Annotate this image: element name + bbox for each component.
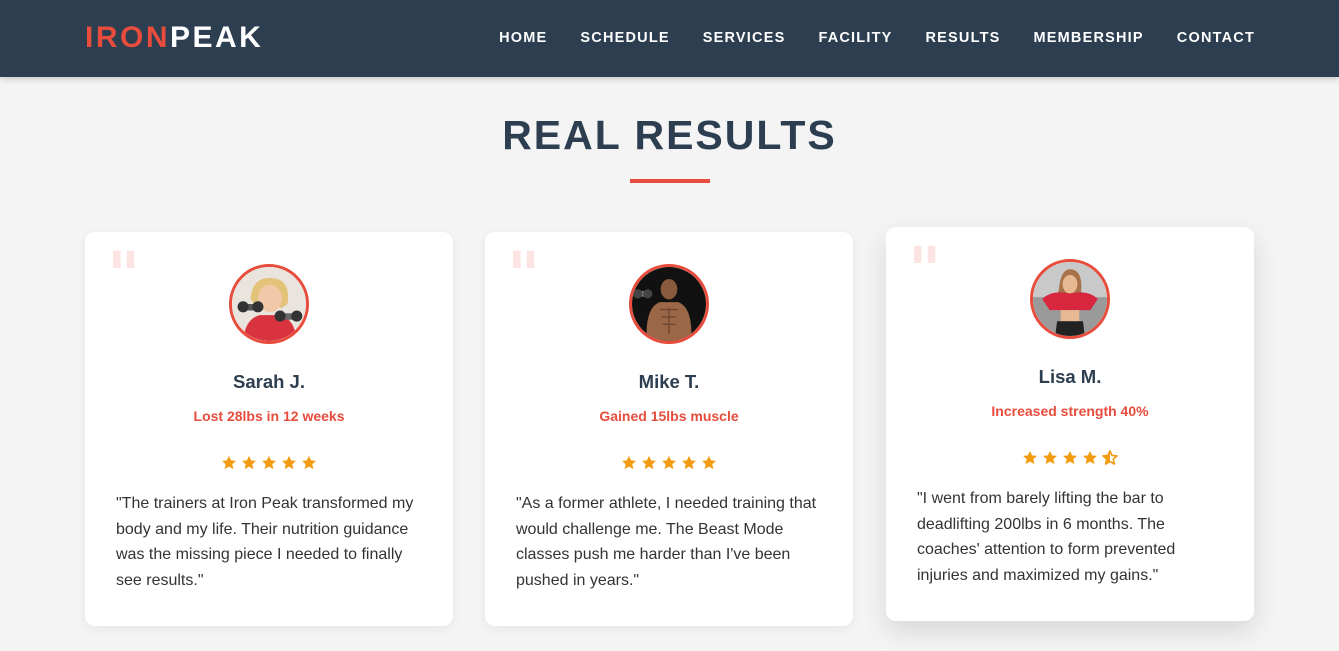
star-full-icon: [1022, 450, 1038, 471]
nav-link-facility[interactable]: FACILITY: [818, 30, 892, 46]
testimonial-card: " Sarah J. Lost 28lbs in 12 weeks "The t…: [85, 232, 453, 626]
testimonial-card: " Lisa M. Increased strength 40% "I went…: [886, 227, 1254, 621]
testimonial-text: "I went from barely lifting the bar to d…: [917, 490, 1176, 584]
star-full-icon: [261, 455, 277, 476]
star-rating: [485, 455, 853, 476]
testimonial-name: Mike T.: [638, 371, 700, 392]
avatar-photo-mike: [632, 267, 706, 341]
main-nav: HOME SCHEDULE SERVICES FACILITY RESULTS …: [499, 30, 1255, 46]
star-half-icon: [1102, 450, 1118, 471]
nav-link-contact[interactable]: CONTACT: [1177, 30, 1255, 46]
star-rating: [85, 455, 453, 476]
nav-link-services[interactable]: SERVICES: [703, 30, 786, 46]
avatar-photo-lisa: [1033, 262, 1107, 336]
avatar: [1030, 259, 1110, 339]
section-title: REAL RESULTS: [502, 112, 837, 158]
title-underline: [630, 179, 710, 183]
avatar-photo-sarah: [232, 267, 306, 341]
star-full-icon: [621, 455, 637, 476]
testimonial-card: " Mike T. Gained 15lbs muscle "As a form…: [485, 232, 853, 626]
star-full-icon: [681, 455, 697, 476]
brand-logo-part1: IRON: [85, 21, 170, 54]
star-full-icon: [221, 455, 237, 476]
star-full-icon: [1042, 450, 1058, 471]
star-rating: [886, 450, 1254, 471]
star-full-icon: [701, 455, 717, 476]
testimonial-name: Lisa M.: [1038, 366, 1102, 387]
testimonial-result: Increased strength 40%: [991, 403, 1149, 419]
quote-mark-icon: ": [107, 238, 141, 313]
nav-link-membership[interactable]: MEMBERSHIP: [1034, 30, 1144, 46]
quote-mark-icon: ": [507, 238, 541, 313]
nav-link-schedule[interactable]: SCHEDULE: [580, 30, 669, 46]
nav-link-home[interactable]: HOME: [499, 30, 547, 46]
avatar: [229, 264, 309, 344]
avatar: [629, 264, 709, 344]
star-full-icon: [1062, 450, 1078, 471]
star-full-icon: [281, 455, 297, 476]
testimonial-result: Lost 28lbs in 12 weeks: [193, 408, 345, 424]
nav-link-results[interactable]: RESULTS: [926, 30, 1001, 46]
testimonial-name: Sarah J.: [233, 371, 305, 392]
star-full-icon: [661, 455, 677, 476]
star-full-icon: [241, 455, 257, 476]
brand-logo-part2: PEAK: [170, 21, 264, 54]
star-full-icon: [641, 455, 657, 476]
star-full-icon: [301, 455, 317, 476]
quote-mark-icon: ": [908, 233, 942, 308]
navbar: IRONPEAK HOME SCHEDULE SERVICES FACILITY…: [0, 0, 1339, 77]
star-full-icon: [1082, 450, 1098, 471]
testimonial-text: "The trainers at Iron Peak transformed m…: [116, 495, 414, 589]
testimonial-text: "As a former athlete, I needed training …: [516, 495, 817, 589]
testimonial-result: Gained 15lbs muscle: [599, 408, 739, 424]
brand-logo[interactable]: IRONPEAK: [85, 21, 263, 55]
